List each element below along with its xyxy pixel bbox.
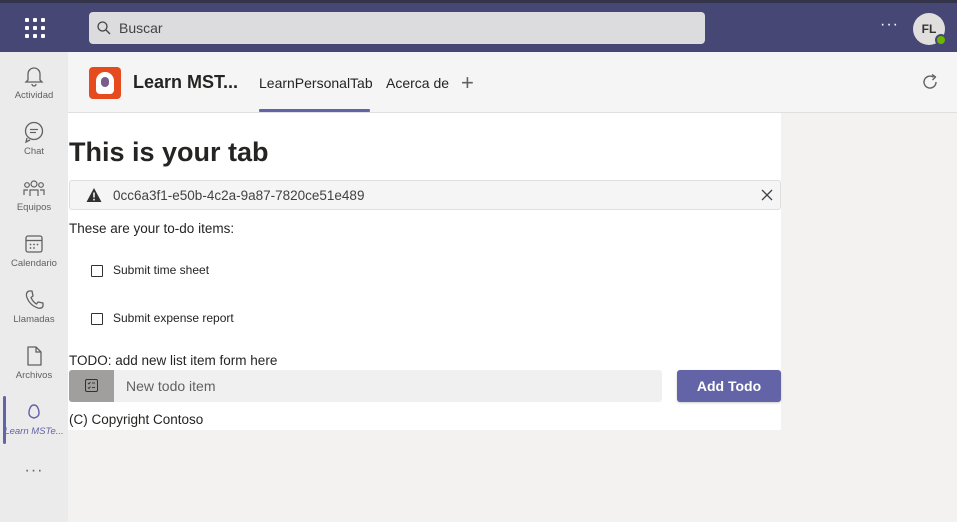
- search-icon: [97, 21, 111, 35]
- rail-item-learn-msteams[interactable]: Learn MSTe...: [0, 392, 68, 448]
- more-apps-button[interactable]: ···: [0, 462, 68, 480]
- calendar-icon: [25, 235, 43, 253]
- todo-note: TODO: add new list item form here: [69, 353, 278, 368]
- rail-item-label: Archivos: [15, 370, 53, 381]
- page-title: This is your tab: [69, 137, 269, 167]
- rail-item-label: Learn MSTe...: [4, 426, 64, 437]
- left-rail: Actividad Chat Equipos Calendario Llamad…: [0, 52, 68, 522]
- warning-icon: [86, 188, 102, 202]
- avatar[interactable]: FL: [913, 13, 947, 46]
- copyright-text: (C) Copyright Contoso: [69, 412, 204, 427]
- rail-item-calls[interactable]: Llamadas: [0, 280, 68, 336]
- alert-text: 0cc6a3f1-e50b-4c2a-9a87-7820ce51e489: [113, 188, 365, 203]
- app-title: Learn MST...: [133, 72, 239, 92]
- more-options-button[interactable]: ···: [880, 16, 899, 34]
- rail-item-label: Actividad: [14, 90, 54, 101]
- tab-learnpersonaltab[interactable]: LearnPersonalTab: [259, 75, 373, 91]
- teams-icon: [23, 180, 45, 196]
- search-placeholder: Buscar: [119, 20, 163, 36]
- new-todo-field: [69, 370, 662, 402]
- phone-icon: [25, 290, 44, 309]
- search-box[interactable]: Buscar: [89, 12, 705, 44]
- todo-label: Submit expense report: [113, 311, 234, 325]
- top-bar: Buscar ··· FL: [0, 0, 957, 52]
- file-icon: [27, 346, 42, 366]
- rail-item-files[interactable]: Archivos: [0, 336, 68, 392]
- close-icon[interactable]: [760, 188, 774, 202]
- rail-item-teams[interactable]: Equipos: [0, 168, 68, 224]
- todo-checkbox[interactable]: [91, 313, 103, 325]
- add-todo-button[interactable]: Add Todo: [677, 370, 781, 402]
- rail-item-label: Calendario: [11, 258, 57, 269]
- alert-bar: 0cc6a3f1-e50b-4c2a-9a87-7820ce51e489: [69, 180, 781, 210]
- bell-icon: [24, 67, 44, 87]
- rail-item-chat[interactable]: Chat: [0, 112, 68, 168]
- todo-checkbox[interactable]: [91, 265, 103, 277]
- checklist-icon: [85, 379, 98, 392]
- app-launcher-icon[interactable]: [24, 17, 46, 39]
- app-header: Learn MST... LearnPersonalTab Acerca de …: [68, 52, 957, 113]
- input-icon-box: [69, 370, 114, 402]
- presence-available-icon: [935, 34, 947, 46]
- rail-item-calendar[interactable]: Calendario: [0, 224, 68, 280]
- todo-intro: These are your to-do items:: [69, 221, 235, 236]
- chat-icon: [24, 121, 44, 144]
- add-tab-button[interactable]: +: [461, 70, 474, 96]
- avatar-initials: FL: [921, 22, 937, 36]
- app-logo-icon: [89, 67, 121, 99]
- rail-item-activity[interactable]: Actividad: [0, 56, 68, 112]
- todo-label: Submit time sheet: [113, 263, 210, 277]
- active-tab-indicator: [259, 109, 370, 112]
- rail-item-label: Chat: [23, 146, 45, 157]
- app-icon: [28, 404, 40, 419]
- rail-item-label: Llamadas: [13, 314, 55, 325]
- refresh-icon[interactable]: [920, 72, 940, 92]
- new-todo-input[interactable]: [114, 370, 662, 402]
- tab-content: This is your tab 0cc6a3f1-e50b-4c2a-9a87…: [68, 113, 781, 430]
- tab-about[interactable]: Acerca de: [386, 75, 449, 91]
- rail-item-label: Equipos: [16, 202, 52, 213]
